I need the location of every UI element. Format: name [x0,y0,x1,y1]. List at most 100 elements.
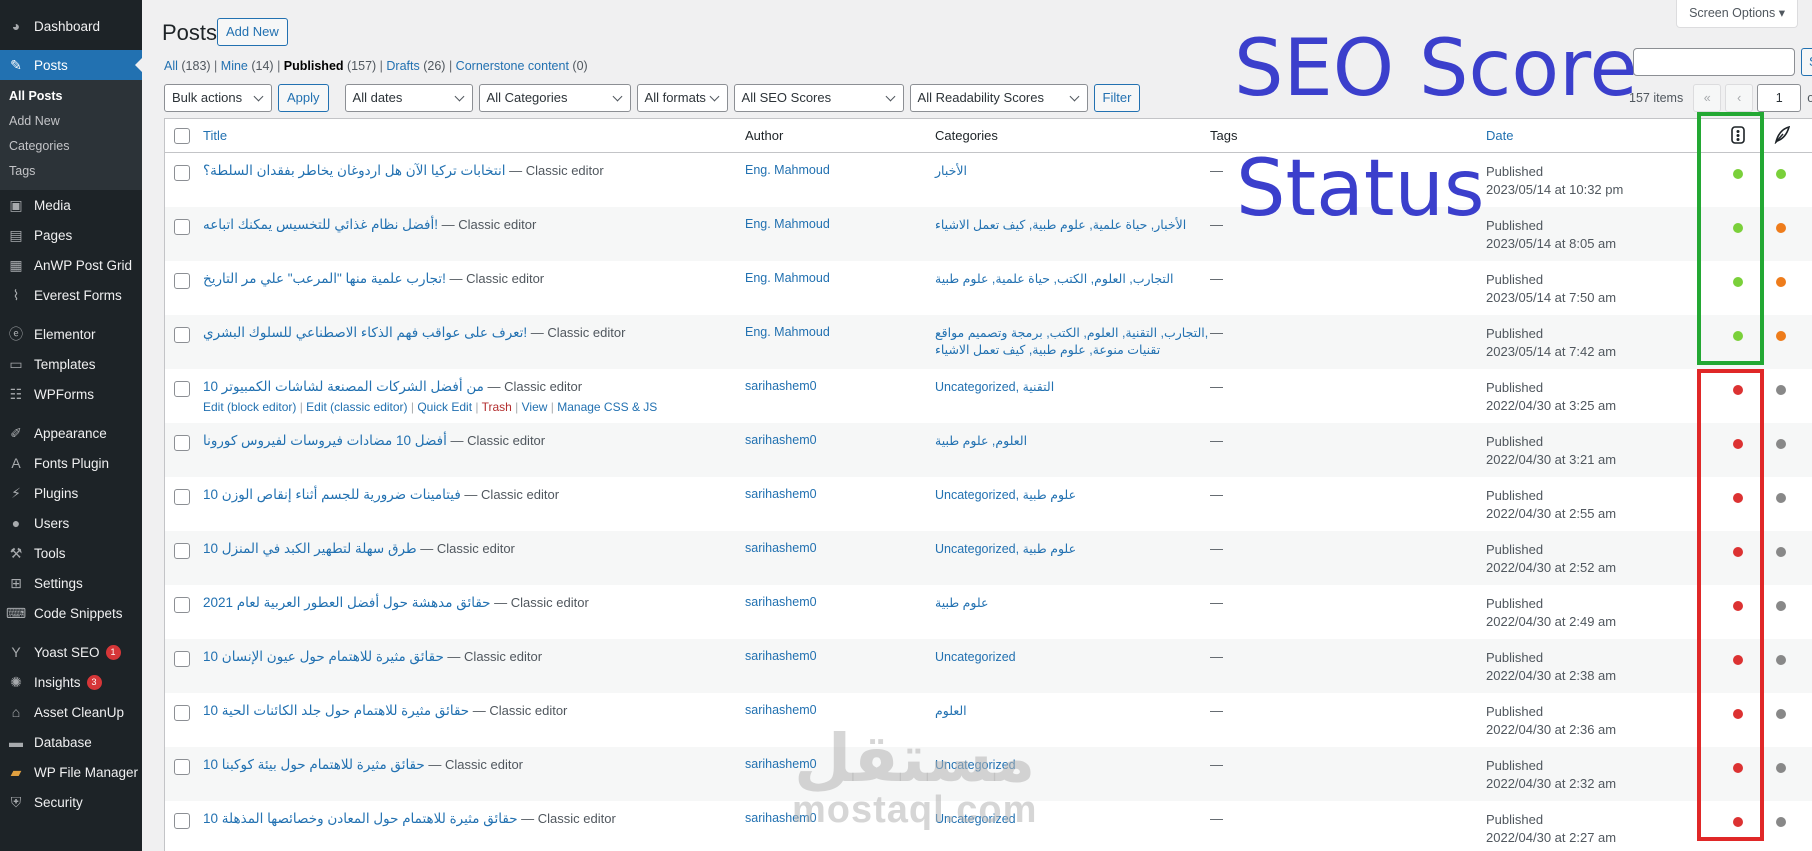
row-checkbox[interactable] [174,165,190,181]
edit-classic-editor-link[interactable]: Edit (classic editor) [306,400,407,414]
row-checkbox[interactable] [174,543,190,559]
filter-button[interactable]: Filter [1093,84,1141,112]
menu-fonts-plugin[interactable]: A Fonts Plugin [0,448,142,478]
apply-button[interactable]: Apply [278,84,329,112]
menu-pages[interactable]: ▤ Pages [0,220,142,250]
menu-posts[interactable]: ✎ Posts [0,50,142,80]
post-title-link[interactable]: تجارب علمية منها "المرعب" علي مر التاريخ… [203,271,446,286]
column-date-header[interactable]: Date [1486,128,1513,143]
menu-tools[interactable]: ⚒ Tools [0,538,142,568]
column-title-header[interactable]: Title [203,128,227,143]
post-categories-line[interactable]: Uncategorized, علوم طبية [935,541,1076,558]
post-author[interactable]: sarihashem0 [745,541,817,555]
readability-filter-select[interactable]: All Readability Scores [909,84,1088,112]
screen-options-button[interactable]: Screen Options ▾ [1676,0,1798,28]
menu-anwp-post-grid[interactable]: ▦ AnWP Post Grid [0,250,142,280]
post-author[interactable]: sarihashem0 [745,703,817,717]
view-link[interactable]: View [522,400,548,414]
menu-code-snippets[interactable]: ⌨ Code Snippets [0,598,142,628]
post-categories-line[interactable]: التجارب, التقنية, العلوم, الكتب, برمجة و… [935,325,1208,342]
post-author[interactable]: sarihashem0 [745,433,817,447]
menu-security[interactable]: ⛨ Security [0,787,142,817]
submenu-categories[interactable]: Categories [0,134,142,159]
post-categories-line[interactable]: الأخبار [935,163,967,180]
menu-media[interactable]: ▣ Media [0,190,142,220]
readability-column-icon[interactable] [1774,125,1791,147]
date-filter-select[interactable]: All dates [344,84,473,112]
row-checkbox[interactable] [174,219,190,235]
row-checkbox[interactable] [174,597,190,613]
row-checkbox[interactable] [174,435,190,451]
menu-everest-forms[interactable]: ⌇ Everest Forms [0,280,142,310]
post-categories-line[interactable]: Uncategorized [935,649,1016,666]
post-title-link[interactable]: 10 حقائق مثيرة للاهتمام حول المعادن وخصا… [203,811,518,826]
search-posts-button[interactable]: S [1801,48,1812,76]
post-author[interactable]: sarihashem0 [745,595,817,609]
post-categories-line[interactable]: Uncategorized, علوم طبية [935,487,1076,504]
menu-insights[interactable]: ✺ Insights 3 [0,667,142,697]
menu-database[interactable]: ▬ Database [0,727,142,757]
search-posts-input[interactable] [1633,48,1795,76]
row-checkbox[interactable] [174,705,190,721]
menu-yoast-seo[interactable]: Y Yoast SEO 1 [0,637,142,667]
post-author[interactable]: Eng. Mahmoud [745,163,830,177]
post-title-link[interactable]: تعرف على عواقب فهم الذكاء الاصطناعي للسل… [203,325,527,340]
row-checkbox[interactable] [174,651,190,667]
add-new-button[interactable]: Add New [217,18,288,46]
post-title-link[interactable]: أفضل 10 مضادات فيروسات لفيروس كورونا [203,433,447,448]
row-checkbox[interactable] [174,489,190,505]
post-categories-line[interactable]: العلوم, علوم طبية [935,433,1027,450]
menu-templates[interactable]: ▭ Templates [0,349,142,379]
post-categories-line[interactable]: الأخبار, حياة علمية, علوم طبية, كيف تعمل… [935,217,1186,234]
view-mine[interactable]: Mine (14) [221,59,274,73]
view-cornerstone[interactable]: Cornerstone content (0) [456,59,588,73]
post-title-link[interactable]: 10 حقائق مثيرة للاهتمام حول جلد الكائنات… [203,703,469,718]
bulk-actions-select[interactable]: Bulk actions [164,84,272,112]
post-title-link[interactable]: حقائق مدهشة حول أفضل العطور العربية لعام… [203,595,491,610]
post-author[interactable]: sarihashem0 [745,487,817,501]
category-filter-select[interactable]: All Categories [478,84,631,112]
post-title-link[interactable]: 10 من أفضل الشركات المصنعة لشاشات الكمبي… [203,379,484,394]
view-all[interactable]: All (183) [164,59,211,73]
menu-appearance[interactable]: ✐ Appearance [0,418,142,448]
row-checkbox[interactable] [174,381,190,397]
menu-dashboard[interactable]: ◕ Dashboard [0,11,142,41]
trash-link[interactable]: Trash [482,400,512,414]
post-title-link[interactable]: 10 فيتامينات ضرورية للجسم أثناء إنقاص ال… [203,487,461,502]
post-categories-line[interactable]: التجارب, العلوم, الكتب, حياة علمية, علوم… [935,271,1173,288]
select-all-checkbox[interactable] [174,128,190,144]
menu-users[interactable]: ● Users [0,508,142,538]
menu-wp-file-manager[interactable]: ▰ WP File Manager [0,757,142,787]
post-title-link[interactable]: أفضل نظام غذائي للتخسيس يمكنك اتباعه! [203,217,438,232]
view-published[interactable]: Published (157) [284,59,376,73]
post-author[interactable]: Eng. Mahmoud [745,271,830,285]
post-title-link[interactable]: انتخابات تركيا الآن هل اردوغان يخاطر بفق… [203,163,505,178]
edit-block-editor-link[interactable]: Edit (block editor) [203,400,296,414]
manage-css-js-link[interactable]: Manage CSS & JS [557,400,657,414]
post-categories-line[interactable]: العلوم [935,703,967,720]
seo-score-filter-select[interactable]: All SEO Scores [733,84,904,112]
menu-settings[interactable]: ⊞ Settings [0,568,142,598]
post-title-link[interactable]: 10 حقائق مثيرة للاهتمام حول بيئة كوكبنا [203,757,425,772]
post-author[interactable]: sarihashem0 [745,649,817,663]
first-page-button[interactable]: « [1693,84,1722,112]
row-checkbox[interactable] [174,813,190,829]
prev-page-button[interactable]: ‹ [1725,84,1754,112]
submenu-tags[interactable]: Tags [0,159,142,184]
menu-wpforms[interactable]: ☷ WPForms [0,379,142,409]
menu-asset-cleanup[interactable]: ⌂ Asset CleanUp [0,697,142,727]
menu-plugins[interactable]: ⚡ Plugins [0,478,142,508]
menu-elementor[interactable]: ⓔ Elementor [0,319,142,349]
post-categories-line[interactable]: تقنيات منوعة, علوم طبية, كيف تعمل الاشيا… [935,342,1208,359]
post-author[interactable]: Eng. Mahmoud [745,217,830,231]
row-checkbox[interactable] [174,759,190,775]
format-filter-select[interactable]: All formats [636,84,728,112]
row-checkbox[interactable] [174,327,190,343]
quick-edit-link[interactable]: Quick Edit [417,400,472,414]
post-author[interactable]: sarihashem0 [745,379,817,393]
post-categories-line[interactable]: Uncategorized, التقنية [935,379,1054,396]
row-checkbox[interactable] [174,273,190,289]
submenu-add-new[interactable]: Add New [0,109,142,134]
current-page-input[interactable]: 1 [1757,84,1802,112]
post-title-link[interactable]: 10 حقائق مثيرة للاهتمام حول عيون الإنسان [203,649,444,664]
